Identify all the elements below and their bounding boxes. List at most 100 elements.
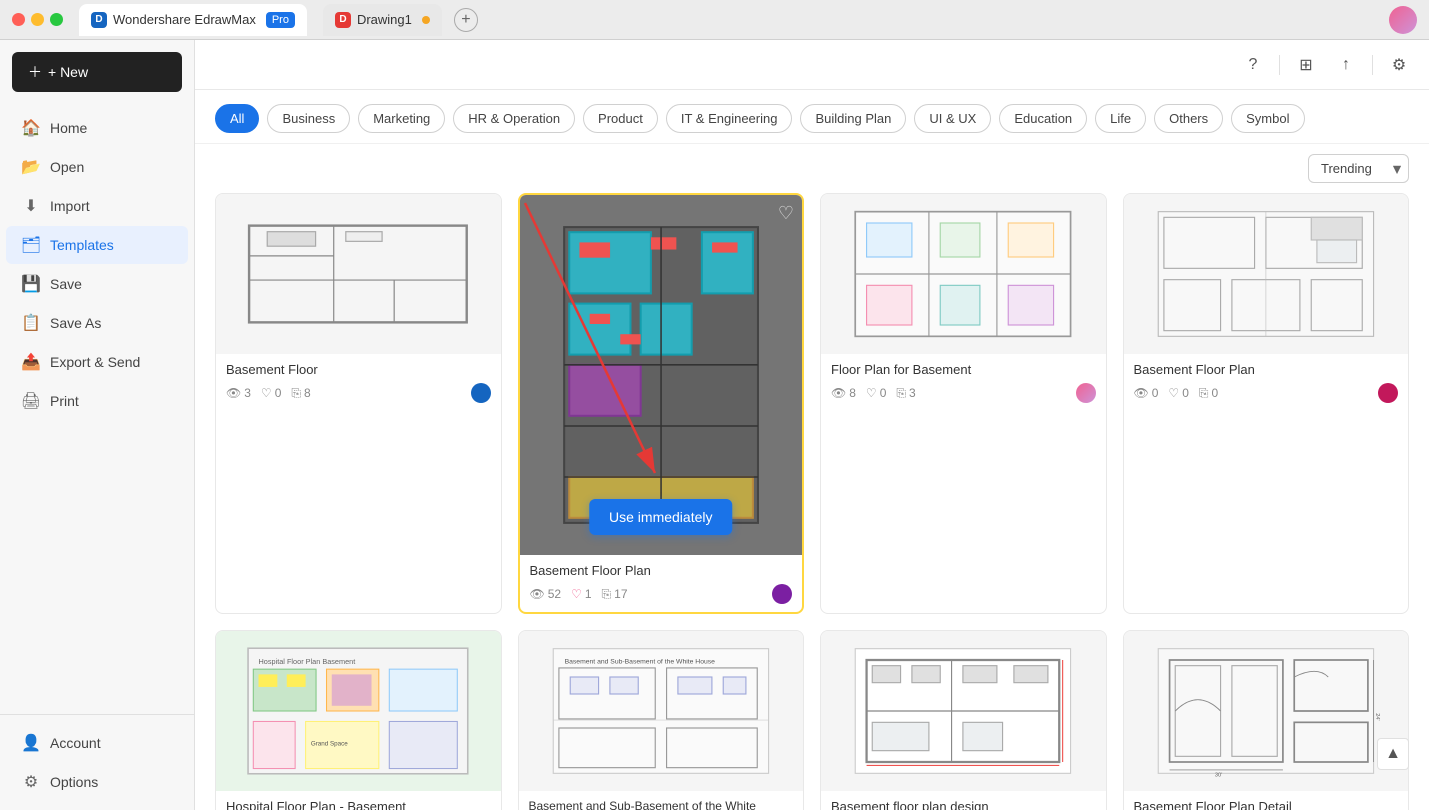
views-1: 👁 3	[226, 386, 251, 400]
share-button[interactable]: ↑	[1332, 51, 1360, 79]
sidebar-bottom: 👤 Account ⚙ Options	[0, 714, 194, 810]
card-info-6: Basement and Sub-Basement of the White H…	[519, 791, 804, 810]
card-image-2: ♡ Use immediately	[520, 195, 803, 555]
likes-4: ♡ 0	[1168, 386, 1188, 400]
sidebar-item-home[interactable]: 🏠 Home	[6, 109, 188, 147]
copies-1: ⎘ 8	[291, 386, 310, 401]
minimize-button[interactable]	[31, 13, 44, 26]
template-card-floor-plan-basement[interactable]: Floor Plan for Basement 👁 8 ♡ 0	[820, 193, 1107, 614]
card-stats-3: 👁 8 ♡ 0 ⎘ 3	[831, 383, 1096, 403]
saveas-icon: 📋	[22, 314, 40, 332]
templates-icon: 🗂	[22, 236, 40, 254]
copies-2: ⎘ 17	[602, 587, 628, 602]
sidebar-label-open: Open	[50, 159, 84, 175]
floor-plan-svg-5: Hospital Floor Plan Basement Grand Space	[237, 643, 479, 779]
close-button[interactable]	[12, 13, 25, 26]
sidebar-item-options[interactable]: ⚙ Options	[6, 763, 188, 801]
new-button[interactable]: ＋ + New	[12, 52, 182, 92]
new-label: + New	[48, 64, 88, 80]
cat-uiux[interactable]: UI & UX	[914, 104, 991, 133]
import-icon: ⬇	[22, 197, 40, 215]
template-card-basement-floor[interactable]: Basement Floor 👁 3 ♡ 0	[215, 193, 502, 614]
cat-others[interactable]: Others	[1154, 104, 1223, 133]
floor-plan-svg-4	[1145, 206, 1387, 342]
add-tab-button[interactable]: +	[454, 8, 478, 32]
sidebar-item-import[interactable]: ⬇ Import	[6, 187, 188, 225]
cat-education[interactable]: Education	[999, 104, 1087, 133]
copy-icon: ⎘	[291, 386, 301, 401]
views-4: 👁 0	[1134, 386, 1159, 400]
eye-icon-2: 👁	[530, 587, 545, 601]
scroll-top-button[interactable]: ▲	[1377, 738, 1409, 770]
cat-building[interactable]: Building Plan	[800, 104, 906, 133]
sidebar-item-open[interactable]: 📂 Open	[6, 148, 188, 186]
help-button[interactable]: ?	[1239, 51, 1267, 79]
view-count-1: 3	[244, 386, 251, 400]
options-icon: ⚙	[22, 773, 40, 791]
sidebar-item-account[interactable]: 👤 Account	[6, 724, 188, 762]
cat-symbol[interactable]: Symbol	[1231, 104, 1304, 133]
heart-icon-4: ♡	[1168, 386, 1179, 400]
category-bar: All Business Marketing HR & Operation Pr…	[195, 90, 1429, 144]
copy-icon-2: ⎘	[602, 587, 612, 602]
cat-all[interactable]: All	[215, 104, 259, 133]
sort-select[interactable]: Trending Newest Most Liked Most Used	[1308, 154, 1409, 183]
card-title-2: Basement Floor Plan	[530, 563, 793, 578]
sidebar-item-templates[interactable]: 🗂 Templates	[6, 226, 188, 264]
sidebar-item-print[interactable]: 🖨 Print	[6, 382, 188, 420]
print-icon: 🖨	[22, 392, 40, 410]
floor-plan-svg-2	[541, 222, 781, 528]
svg-text:Grand Space: Grand Space	[311, 741, 348, 748]
cat-it[interactable]: IT & Engineering	[666, 104, 793, 133]
card-image-1	[216, 194, 501, 354]
app-tab-drawing[interactable]: D Drawing1	[323, 4, 442, 36]
sidebar-label-import: Import	[50, 198, 90, 214]
cat-hr[interactable]: HR & Operation	[453, 104, 575, 133]
cat-marketing[interactable]: Marketing	[358, 104, 445, 133]
drawing-tab-icon: D	[335, 12, 351, 28]
card-title-1: Basement Floor	[226, 362, 491, 377]
template-card-basement-design[interactable]: Basement floor plan design 👁 1 ♡ 0	[820, 630, 1107, 810]
eye-icon: 👁	[226, 386, 241, 400]
sidebar-item-saveas[interactable]: 📋 Save As	[6, 304, 188, 342]
sidebar-label-export: Export & Send	[50, 354, 140, 370]
new-icon: ＋	[28, 62, 42, 82]
copy-count-3: 3	[909, 386, 916, 400]
copy-count-2: 17	[614, 587, 627, 601]
card-image-6: Basement and Sub-Basement of the White H…	[519, 631, 804, 791]
sidebar-nav: 🏠 Home 📂 Open ⬇ Import 🗂 Templates 💾 Sav…	[0, 104, 194, 714]
user-avatar[interactable]	[1389, 6, 1417, 34]
content-wrapper: Basement Floor 👁 3 ♡ 0	[195, 193, 1429, 810]
settings-button[interactable]: ⚙	[1385, 51, 1413, 79]
template-card-basement-floor-plan-4[interactable]: Basement Floor Plan 👁 0 ♡ 0	[1123, 193, 1410, 614]
card-info-8: Basement Floor Plan Detail 👁 0 ♡ 0	[1124, 791, 1409, 810]
save-icon: 💾	[22, 275, 40, 293]
favorite-button-2[interactable]: ♡	[778, 203, 794, 224]
cat-business[interactable]: Business	[267, 104, 350, 133]
template-card-basement-plan-featured[interactable]: ♡ Use immediately Basement Floor Plan 👁 …	[518, 193, 805, 614]
cat-life[interactable]: Life	[1095, 104, 1146, 133]
card-title-8: Basement Floor Plan Detail	[1134, 799, 1399, 810]
card-title-3: Floor Plan for Basement	[831, 362, 1096, 377]
card-info-3: Floor Plan for Basement 👁 8 ♡ 0	[821, 354, 1106, 411]
app-body: ＋ + New 🏠 Home 📂 Open ⬇ Import 🗂 Templat…	[0, 40, 1429, 810]
open-icon: 📂	[22, 158, 40, 176]
view-count-4: 0	[1152, 386, 1159, 400]
grid-button[interactable]: ⊞	[1292, 51, 1320, 79]
traffic-lights	[12, 13, 63, 26]
svg-text:30': 30'	[1215, 773, 1222, 779]
sidebar-item-export[interactable]: 📤 Export & Send	[6, 343, 188, 381]
titlebar-right	[1389, 6, 1417, 34]
use-immediately-button[interactable]: Use immediately	[589, 499, 732, 535]
likes-1: ♡ 0	[261, 386, 281, 400]
card-title-7: Basement floor plan design	[831, 799, 1096, 810]
sidebar-label-print: Print	[50, 393, 79, 409]
template-card-whitehouse[interactable]: Basement and Sub-Basement of the White H…	[518, 630, 805, 810]
template-card-hospital[interactable]: Hospital Floor Plan Basement Grand Space	[215, 630, 502, 810]
maximize-button[interactable]	[50, 13, 63, 26]
cat-product[interactable]: Product	[583, 104, 658, 133]
unsaved-dot	[422, 16, 430, 24]
card-stats-2: 👁 52 ♡ 1 ⎘ 17	[530, 584, 793, 604]
template-card-basement-detail[interactable]: 30' 24' Basement Floor Plan Detail 👁 0	[1123, 630, 1410, 810]
sidebar-item-save[interactable]: 💾 Save	[6, 265, 188, 303]
